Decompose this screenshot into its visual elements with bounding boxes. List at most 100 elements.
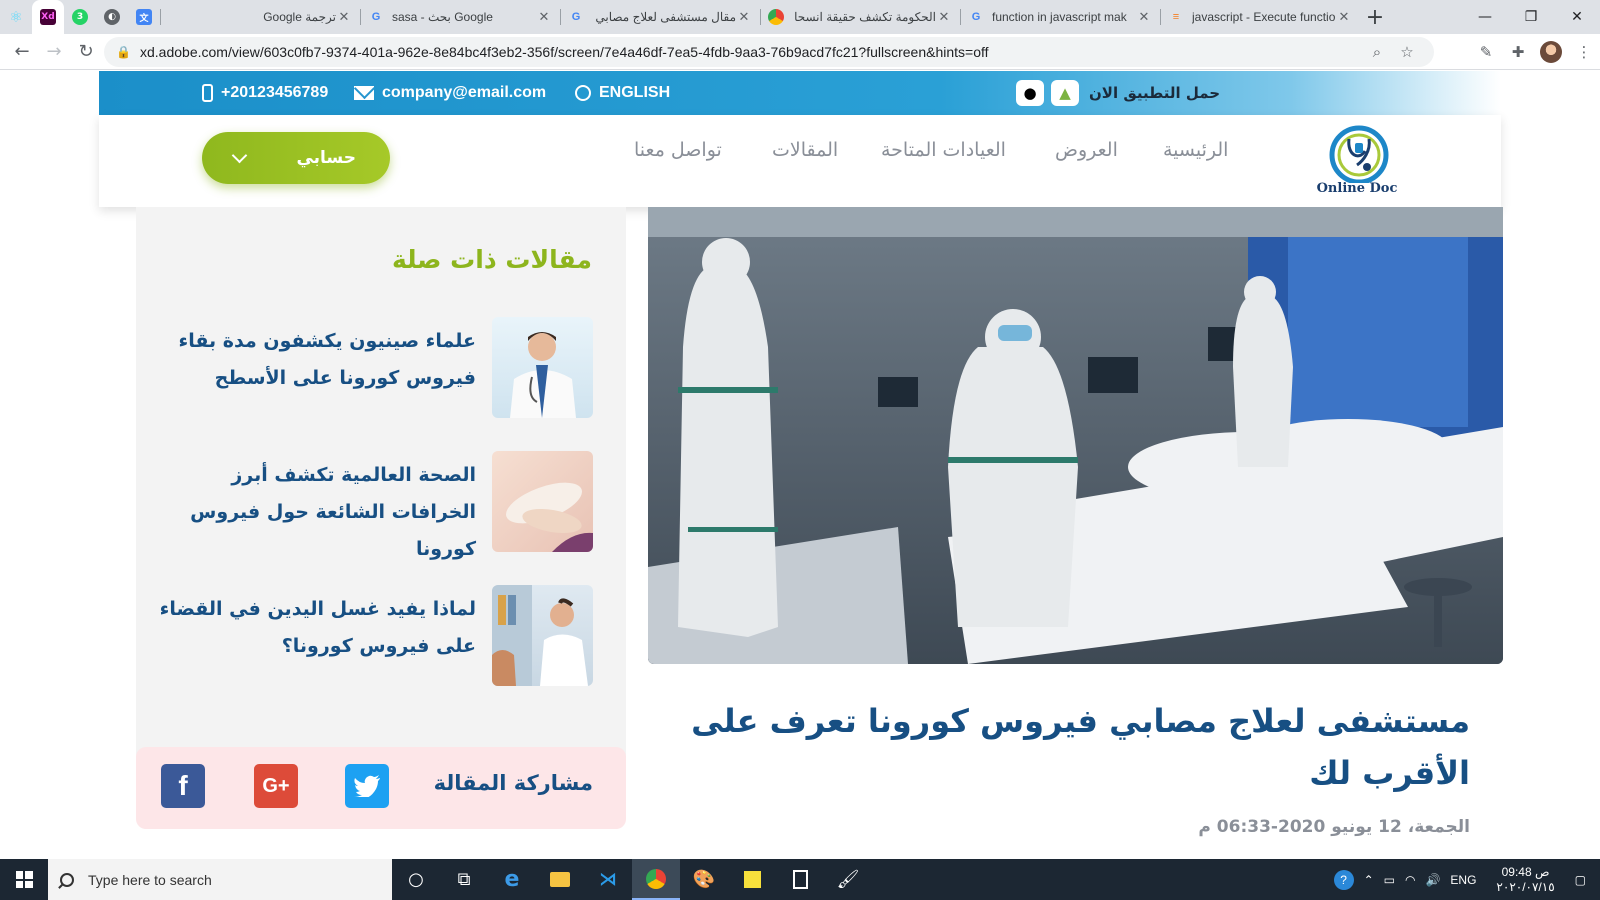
site-logo[interactable]: Online Doc: [1307, 121, 1407, 207]
forward-button[interactable]: →: [38, 36, 70, 68]
related-article-title: الصحة العالمية تكشف أبرز الخرافات الشائع…: [190, 464, 476, 560]
nav-home[interactable]: الرئيسية: [1163, 139, 1228, 161]
phone-contact[interactable]: +20123456789: [202, 71, 328, 115]
clock[interactable]: 09:48 ص ٢٠٢٠/٠٧/١٥: [1491, 865, 1559, 895]
tab-title: مقال مستشفى لعلاج مصابي: [595, 10, 736, 24]
article-title: مستشفى لعلاج مصابي فيروس كورونا تعرف على…: [691, 702, 1470, 792]
chrome-taskbar-icon[interactable]: [632, 859, 680, 900]
globe-icon: [575, 85, 591, 101]
tab-title: الحكومة تكشف حقيقة انسحا: [794, 10, 936, 24]
reload-button[interactable]: ↻: [70, 36, 102, 68]
windows-taskbar: Type here to search ○ ⧉ e ⋊ 🎨 🖌 ? ⌃ ▭ ◠ …: [0, 859, 1600, 900]
paint-icon[interactable]: 🎨: [680, 859, 728, 900]
browser-tab[interactable]: ≡ javascript - Execute functio ✕: [1160, 0, 1360, 34]
battery-icon[interactable]: ▭: [1384, 873, 1395, 887]
main-header: حسابي تواصل معنا المقالات العيادات المتا…: [99, 115, 1501, 207]
related-article-item[interactable]: لماذا يفيد غسل اليدين في القضاء على فيرو…: [136, 585, 626, 687]
mail-icon: [354, 86, 374, 100]
restore-icon[interactable]: ❐: [1508, 0, 1554, 34]
paint-3d-icon[interactable]: 🖌: [824, 859, 872, 900]
calculator-icon[interactable]: [776, 859, 824, 900]
apple-store-button[interactable]: ●: [1016, 80, 1044, 106]
browser-tab[interactable]: G مقال مستشفى لعلاج مصابي ✕: [560, 0, 760, 34]
nav-contact[interactable]: تواصل معنا: [634, 139, 722, 161]
search-placeholder: Type here to search: [88, 871, 212, 888]
nav-clinics[interactable]: العيادات المتاحة: [881, 139, 1006, 161]
related-article-item[interactable]: الصحة العالمية تكشف أبرز الخرافات الشائع…: [136, 451, 626, 560]
chrome-icon: [768, 9, 784, 25]
download-app-label: حمل التطبيق الان: [1089, 84, 1221, 102]
sticky-notes-icon[interactable]: [728, 859, 776, 900]
related-article-title: لماذا يفيد غسل اليدين في القضاء على فيرو…: [159, 598, 476, 657]
pinned-tab-adobe-xd[interactable]: Xd: [32, 0, 64, 34]
close-tab-icon[interactable]: ✕: [1136, 9, 1152, 25]
input-language[interactable]: ENG: [1450, 873, 1476, 887]
close-window-icon[interactable]: ✕: [1554, 0, 1600, 34]
close-tab-icon[interactable]: ✕: [736, 9, 752, 25]
bookmark-star-icon[interactable]: ☆: [1392, 43, 1422, 61]
minimize-icon[interactable]: —: [1462, 0, 1508, 34]
start-button[interactable]: [0, 859, 48, 900]
cortana-icon[interactable]: ○: [392, 859, 440, 900]
whatsapp-icon: 3: [72, 9, 88, 25]
browser-tab[interactable]: Gfunction in javascript mak ✕: [960, 0, 1160, 34]
world-icon: ◐: [104, 9, 120, 25]
browser-tab-strip: ⚛ Xd 3 ◐ 文 ترجمة Google ✕ Gsasa - بحث Goo…: [0, 0, 1600, 34]
close-tab-icon[interactable]: ✕: [536, 9, 552, 25]
nav-articles[interactable]: المقالات: [772, 139, 838, 161]
eyedropper-icon[interactable]: ✎: [1470, 43, 1502, 61]
related-articles-panel: مقالات ذات صلة علماء صينيون يكشفون مدة ب…: [136, 207, 626, 796]
twitter-icon: [354, 775, 380, 797]
browser-tab[interactable]: Gsasa - بحث Google ✕: [360, 0, 560, 34]
article-hero-image: [648, 207, 1503, 664]
tab-title: sasa - بحث Google: [392, 10, 493, 24]
account-dropdown-button[interactable]: حسابي: [202, 132, 390, 184]
notifications-icon[interactable]: ▢: [1575, 873, 1586, 887]
google-plus-share-button[interactable]: G+: [254, 764, 298, 808]
pinned-tab-world[interactable]: ◐: [96, 0, 128, 34]
android-store-button[interactable]: ▲: [1051, 80, 1079, 106]
pinned-tab-translate[interactable]: 文: [128, 0, 160, 34]
google-icon: G: [571, 11, 581, 23]
nav-offers[interactable]: العروض: [1055, 139, 1118, 161]
extensions-icon[interactable]: ✚: [1502, 43, 1534, 61]
new-tab-button[interactable]: +: [1360, 5, 1390, 30]
url-text: xd.adobe.com/view/603c0fb7-9374-401a-962…: [140, 44, 989, 60]
email-contact[interactable]: company@email.com: [354, 71, 546, 115]
browser-tab[interactable]: الحكومة تكشف حقيقة انسحا ✕: [760, 0, 960, 34]
system-tray: ? ⌃ ▭ ◠ 🔊 ENG 09:48 ص ٢٠٢٠/٠٧/١٥ ▢: [1329, 859, 1600, 900]
vscode-icon[interactable]: ⋊: [584, 859, 632, 900]
edge-icon[interactable]: e: [488, 859, 536, 900]
zoom-icon[interactable]: ⌕: [1362, 43, 1392, 61]
close-tab-icon[interactable]: ✕: [1336, 9, 1352, 25]
pinned-tab-react[interactable]: ⚛: [0, 0, 32, 34]
wifi-icon[interactable]: ◠: [1405, 873, 1415, 887]
search-icon: [60, 872, 74, 887]
facebook-share-button[interactable]: f: [161, 764, 205, 808]
doctor-consult-thumbnail: [492, 585, 593, 686]
phone-icon: [202, 84, 213, 102]
hands-illustration: [506, 482, 593, 552]
close-tab-icon[interactable]: ✕: [336, 9, 352, 25]
taskbar-search-box[interactable]: Type here to search: [48, 859, 392, 900]
adobe-xd-icon: Xd: [40, 9, 56, 25]
close-tab-icon[interactable]: ✕: [936, 9, 952, 25]
volume-icon[interactable]: 🔊: [1425, 873, 1440, 887]
pinned-tab-whatsapp[interactable]: 3: [64, 0, 96, 34]
apple-icon: ●: [1023, 84, 1037, 102]
window-controls: — ❐ ✕: [1462, 0, 1600, 34]
address-bar[interactable]: 🔒 xd.adobe.com/view/603c0fb7-9374-401a-9…: [104, 37, 1434, 67]
google-translate-icon: 文: [136, 9, 152, 25]
related-article-item[interactable]: علماء صينيون يكشفون مدة بقاء فيروس كورون…: [136, 317, 626, 419]
language-switch[interactable]: ENGLISH: [575, 71, 670, 115]
clock-time: 09:48 ص: [1501, 864, 1550, 879]
task-view-icon[interactable]: ⧉: [440, 859, 488, 900]
back-button[interactable]: ←: [6, 36, 38, 68]
twitter-share-button[interactable]: [345, 764, 389, 808]
file-explorer-icon[interactable]: [536, 859, 584, 900]
browser-tab[interactable]: ترجمة Google ✕: [160, 0, 360, 34]
menu-kebab-icon[interactable]: ⋮: [1568, 43, 1600, 61]
help-icon[interactable]: ?: [1333, 869, 1354, 890]
profile-avatar[interactable]: [1540, 41, 1562, 63]
chevron-up-icon[interactable]: ⌃: [1364, 873, 1374, 887]
